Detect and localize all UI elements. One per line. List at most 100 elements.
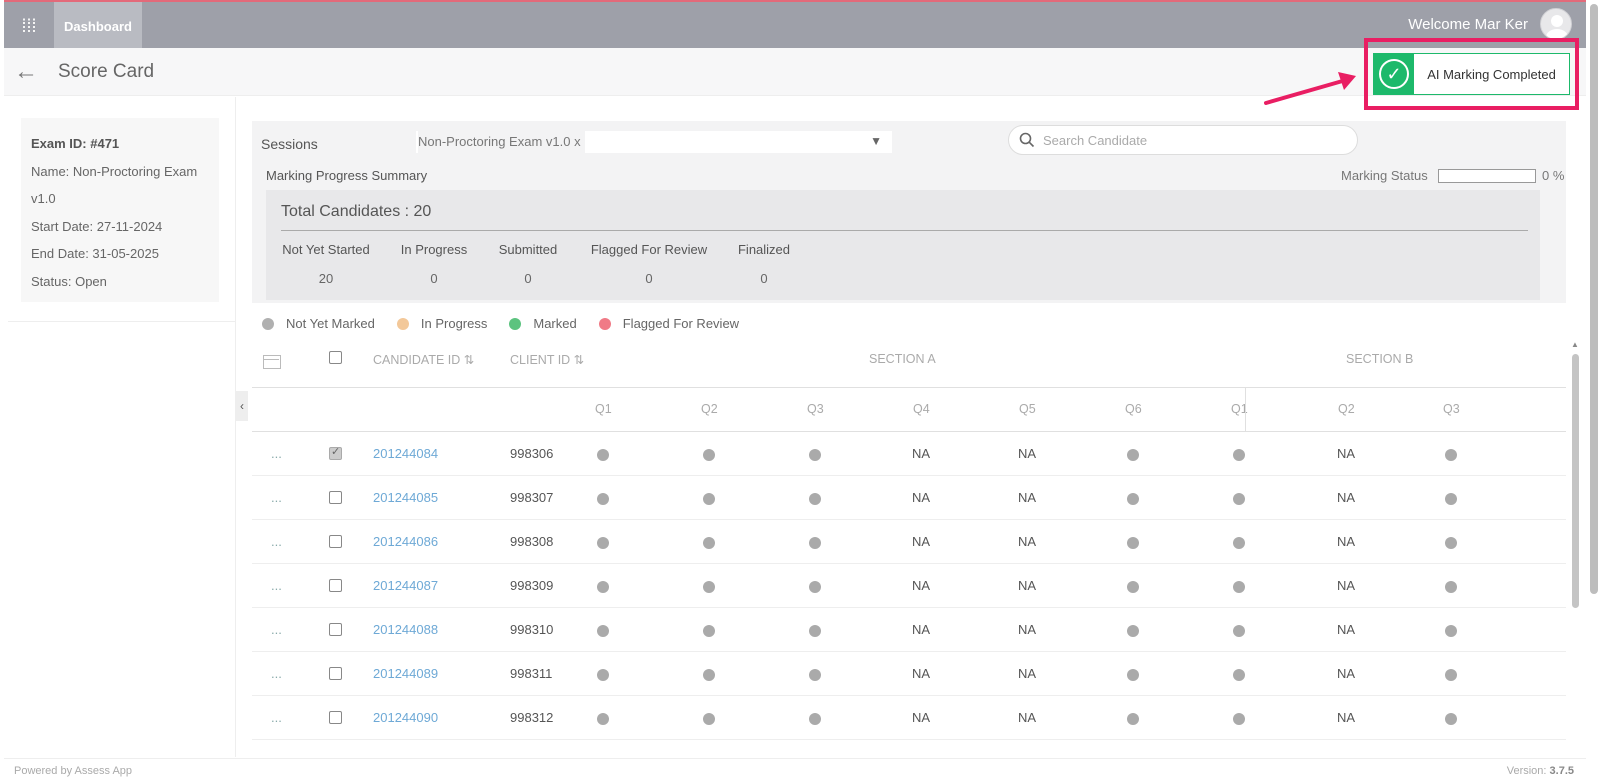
row-checkbox[interactable] xyxy=(329,667,342,680)
status-dot[interactable] xyxy=(809,449,821,461)
candidate-id-link[interactable]: 201244090 xyxy=(373,710,438,725)
status-dot[interactable] xyxy=(1127,713,1139,725)
status-dot[interactable] xyxy=(1445,669,1457,681)
status-dot[interactable] xyxy=(1233,713,1245,725)
status-dot[interactable] xyxy=(1233,493,1245,505)
client-id: 998311 xyxy=(510,666,553,681)
back-arrow-icon[interactable]: ← xyxy=(14,58,38,86)
status-dot[interactable] xyxy=(703,581,715,593)
status-dot[interactable] xyxy=(1233,449,1245,461)
status-dot[interactable] xyxy=(1127,449,1139,461)
row-menu-button[interactable]: ... xyxy=(271,666,282,681)
row-menu-button[interactable]: ... xyxy=(271,446,282,461)
stat-value: 0 xyxy=(430,271,438,286)
status-dot[interactable] xyxy=(1233,537,1245,549)
window-scroll-thumb[interactable] xyxy=(1590,4,1598,594)
status-dot[interactable] xyxy=(1127,581,1139,593)
candidate-id-link[interactable]: 201244087 xyxy=(373,578,438,593)
table-scroll-thumb[interactable] xyxy=(1572,354,1579,608)
status-dot[interactable] xyxy=(1233,625,1245,637)
row-checkbox[interactable] xyxy=(329,445,342,460)
status-dot[interactable] xyxy=(1233,581,1245,593)
status-dot[interactable] xyxy=(703,625,715,637)
row-menu-button[interactable]: ... xyxy=(271,622,282,637)
candidate-id-link[interactable]: 201244084 xyxy=(373,446,438,461)
status-dot[interactable] xyxy=(1445,581,1457,593)
na-cell: NA xyxy=(912,710,931,725)
dashboard-tab[interactable]: Dashboard xyxy=(54,2,142,50)
row-menu-button[interactable]: ... xyxy=(271,578,282,593)
stat-finalized: Finalized 0 xyxy=(735,242,793,286)
status-dot[interactable] xyxy=(1127,537,1139,549)
row-checkbox[interactable] xyxy=(329,535,342,548)
legend-dot xyxy=(262,317,274,330)
row-checkbox[interactable] xyxy=(329,623,342,636)
row-menu-button[interactable]: ... xyxy=(271,490,282,505)
collapse-sidebar-icon[interactable]: ‹ xyxy=(236,391,248,421)
status-dot[interactable] xyxy=(703,713,715,725)
grid-menu-icon[interactable]: ⁞⁞⁞ xyxy=(4,2,54,50)
stat-value: 0 xyxy=(760,271,768,286)
status-dot[interactable] xyxy=(597,713,609,725)
stat-value: 20 xyxy=(318,271,334,286)
status-dot[interactable] xyxy=(703,449,715,461)
session-chip[interactable]: Non-Proctoring Exam v1.0 x xyxy=(418,131,585,153)
candidate-id-link[interactable]: 201244085 xyxy=(373,490,438,505)
window-scrollbar[interactable] xyxy=(1588,0,1600,783)
status-dot[interactable] xyxy=(1445,449,1457,461)
status-dot[interactable] xyxy=(809,625,821,637)
select-all-checkbox[interactable] xyxy=(329,351,342,364)
status-dot[interactable] xyxy=(1445,713,1457,725)
status-dot[interactable] xyxy=(809,537,821,549)
status-dot[interactable] xyxy=(1233,669,1245,681)
status-dot[interactable] xyxy=(1445,625,1457,637)
candidate-id-link[interactable]: 201244088 xyxy=(373,622,438,637)
status-dot[interactable] xyxy=(703,537,715,549)
row-checkbox[interactable] xyxy=(329,579,342,592)
client-id: 998312 xyxy=(510,710,554,725)
candidate-id-header[interactable]: CANDIDATE ID ⇅ xyxy=(373,352,474,367)
search-candidate-input[interactable] xyxy=(1043,132,1333,148)
status-dot[interactable] xyxy=(703,493,715,505)
status-dot[interactable] xyxy=(597,625,609,637)
client-id: 998306 xyxy=(510,446,554,461)
status-dot[interactable] xyxy=(1445,493,1457,505)
status-dot[interactable] xyxy=(597,449,609,461)
status-dot[interactable] xyxy=(809,581,821,593)
ai-marking-status-label: AI Marking Completed xyxy=(1427,66,1556,82)
row-menu-button[interactable]: ... xyxy=(271,710,282,725)
na-cell: NA xyxy=(912,490,931,505)
sessions-select[interactable]: Non-Proctoring Exam v1.0 x ▼ xyxy=(416,131,892,153)
status-dot[interactable] xyxy=(597,537,609,549)
legend-dot xyxy=(396,317,409,330)
status-dot[interactable] xyxy=(1127,625,1139,637)
table-row: ... 201244085 998307 NA NA NA xyxy=(252,476,1566,520)
client-id-header[interactable]: CLIENT ID ⇅ xyxy=(510,352,584,367)
status-dot[interactable] xyxy=(809,669,821,681)
column-settings-icon[interactable] xyxy=(263,355,281,369)
status-dot[interactable] xyxy=(597,493,609,505)
na-cell: NA xyxy=(1018,622,1037,637)
status-dot[interactable] xyxy=(1127,669,1139,681)
table-scrollbar[interactable]: ▲ xyxy=(1570,340,1580,750)
status-dot[interactable] xyxy=(703,669,715,681)
exam-status: Status: Open xyxy=(31,273,107,289)
user-avatar-icon[interactable] xyxy=(1540,8,1572,40)
na-cell: NA xyxy=(1337,534,1356,549)
row-menu-button[interactable]: ... xyxy=(271,534,282,549)
status-dot[interactable] xyxy=(597,669,609,681)
row-checkbox[interactable] xyxy=(329,711,342,724)
candidate-id-link[interactable]: 201244086 xyxy=(373,534,438,549)
scroll-up-icon[interactable]: ▲ xyxy=(1571,340,1579,349)
candidate-id-link[interactable]: 201244089 xyxy=(373,666,438,681)
status-dot[interactable] xyxy=(1127,493,1139,505)
dropdown-arrow-icon[interactable]: ▼ xyxy=(870,134,882,148)
status-dot[interactable] xyxy=(597,581,609,593)
status-dot[interactable] xyxy=(809,493,821,505)
search-candidate-box[interactable] xyxy=(1008,125,1358,155)
summary-divider xyxy=(281,230,1528,231)
status-dot[interactable] xyxy=(1445,537,1457,549)
row-checkbox[interactable] xyxy=(329,491,342,504)
legend-item: Marked xyxy=(509,316,577,331)
status-dot[interactable] xyxy=(809,713,821,725)
